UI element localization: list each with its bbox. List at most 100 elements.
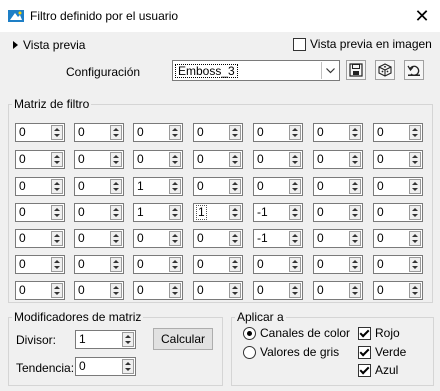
matrix-cell[interactable]: -1 [253,229,303,248]
bias-field[interactable]: 0 [75,357,136,376]
matrix-cell[interactable]: 0 [373,150,423,169]
preview-toggle[interactable]: Vista previa [13,38,85,52]
matrix-cell-spinner[interactable] [110,257,122,272]
matrix-cell[interactable]: 0 [74,229,124,248]
gray-values-option[interactable]: Valores de gris [243,345,339,359]
matrix-cell-spinner[interactable] [51,179,63,194]
matrix-cell[interactable]: 0 [253,123,303,142]
matrix-cell-spinner[interactable] [409,125,421,140]
matrix-cell-spinner[interactable] [229,257,241,272]
color-channels-option[interactable]: Canales de color [243,326,350,340]
matrix-cell[interactable]: 0 [74,203,124,222]
matrix-cell-spinner[interactable] [289,283,301,298]
matrix-cell-spinner[interactable] [51,257,63,272]
matrix-cell-spinner[interactable] [110,283,122,298]
matrix-cell-spinner[interactable] [169,231,181,246]
matrix-cell[interactable]: 0 [193,123,243,142]
matrix-cell-spinner[interactable] [409,205,421,220]
green-option[interactable]: Verde [358,345,406,359]
matrix-cell-spinner[interactable] [349,152,361,167]
matrix-cell[interactable]: 0 [133,150,183,169]
matrix-cell-spinner[interactable] [349,125,361,140]
matrix-cell-spinner[interactable] [110,231,122,246]
matrix-cell-spinner[interactable] [229,205,241,220]
matrix-cell-spinner[interactable] [51,205,63,220]
matrix-cell-spinner[interactable] [229,283,241,298]
load-button[interactable] [375,60,395,80]
matrix-cell-spinner[interactable] [409,257,421,272]
matrix-cell[interactable]: 0 [253,281,303,300]
matrix-cell[interactable]: 0 [15,203,65,222]
matrix-cell[interactable]: 0 [373,203,423,222]
matrix-cell-spinner[interactable] [289,257,301,272]
matrix-cell-spinner[interactable] [229,152,241,167]
matrix-cell-spinner[interactable] [349,205,361,220]
matrix-cell-spinner[interactable] [349,283,361,298]
matrix-cell-spinner[interactable] [349,257,361,272]
matrix-cell[interactable]: 0 [193,281,243,300]
matrix-cell-spinner[interactable] [289,152,301,167]
matrix-cell[interactable]: 0 [74,281,124,300]
matrix-cell[interactable]: 0 [15,281,65,300]
matrix-cell[interactable]: 0 [313,123,363,142]
matrix-cell-spinner[interactable] [289,125,301,140]
matrix-cell-spinner[interactable] [169,205,181,220]
matrix-cell[interactable]: 0 [193,255,243,274]
image-preview-option[interactable]: Vista previa en imagen [293,37,432,51]
matrix-cell-spinner[interactable] [229,231,241,246]
matrix-cell-spinner[interactable] [409,179,421,194]
matrix-cell-spinner[interactable] [51,152,63,167]
matrix-cell[interactable]: 0 [15,229,65,248]
matrix-cell[interactable]: 0 [133,255,183,274]
matrix-cell[interactable]: 0 [253,150,303,169]
matrix-cell-spinner[interactable] [289,205,301,220]
matrix-cell[interactable]: 0 [373,255,423,274]
matrix-cell[interactable]: 0 [15,123,65,142]
matrix-cell[interactable]: 1 [133,177,183,196]
matrix-cell[interactable]: 0 [253,177,303,196]
calculate-button[interactable]: Calcular [153,328,213,350]
matrix-cell-spinner[interactable] [349,231,361,246]
matrix-cell[interactable]: 0 [133,281,183,300]
divisor-field[interactable]: 1 [75,330,136,349]
config-select[interactable]: Emboss_3 [172,60,340,81]
matrix-cell[interactable]: -1 [253,203,303,222]
matrix-cell-spinner[interactable] [169,283,181,298]
divisor-spinner[interactable] [122,332,134,347]
blue-checkbox[interactable] [358,363,371,377]
blue-option[interactable]: Azul [358,363,398,377]
bias-spinner[interactable] [122,359,134,374]
matrix-cell[interactable]: 0 [253,255,303,274]
matrix-cell-spinner[interactable] [409,231,421,246]
matrix-cell-spinner[interactable] [110,125,122,140]
matrix-cell-spinner[interactable] [110,152,122,167]
matrix-cell-spinner[interactable] [169,179,181,194]
matrix-cell-spinner[interactable] [169,152,181,167]
matrix-cell[interactable]: 0 [74,150,124,169]
matrix-cell-spinner[interactable] [289,231,301,246]
matrix-cell[interactable]: 0 [15,177,65,196]
matrix-cell-spinner[interactable] [110,179,122,194]
matrix-cell-spinner[interactable] [409,283,421,298]
matrix-cell-spinner[interactable] [110,205,122,220]
matrix-cell-spinner[interactable] [349,179,361,194]
matrix-cell[interactable]: 0 [373,281,423,300]
matrix-cell[interactable]: 0 [193,177,243,196]
matrix-cell-spinner[interactable] [409,152,421,167]
close-button[interactable]: ✕ [404,2,440,30]
red-checkbox[interactable] [358,326,371,340]
red-option[interactable]: Rojo [358,326,400,340]
matrix-cell[interactable]: 0 [313,177,363,196]
matrix-cell[interactable]: 0 [15,255,65,274]
matrix-cell[interactable]: 0 [313,150,363,169]
matrix-cell-spinner[interactable] [229,179,241,194]
gray-values-radio[interactable] [243,345,256,359]
matrix-cell[interactable]: 0 [15,150,65,169]
matrix-cell[interactable]: 1 [133,203,183,222]
color-channels-radio[interactable] [243,326,256,340]
matrix-cell[interactable]: 0 [133,229,183,248]
reset-button[interactable] [404,60,424,80]
matrix-cell[interactable]: 0 [313,255,363,274]
matrix-cell[interactable]: 0 [74,123,124,142]
matrix-cell-spinner[interactable] [169,125,181,140]
